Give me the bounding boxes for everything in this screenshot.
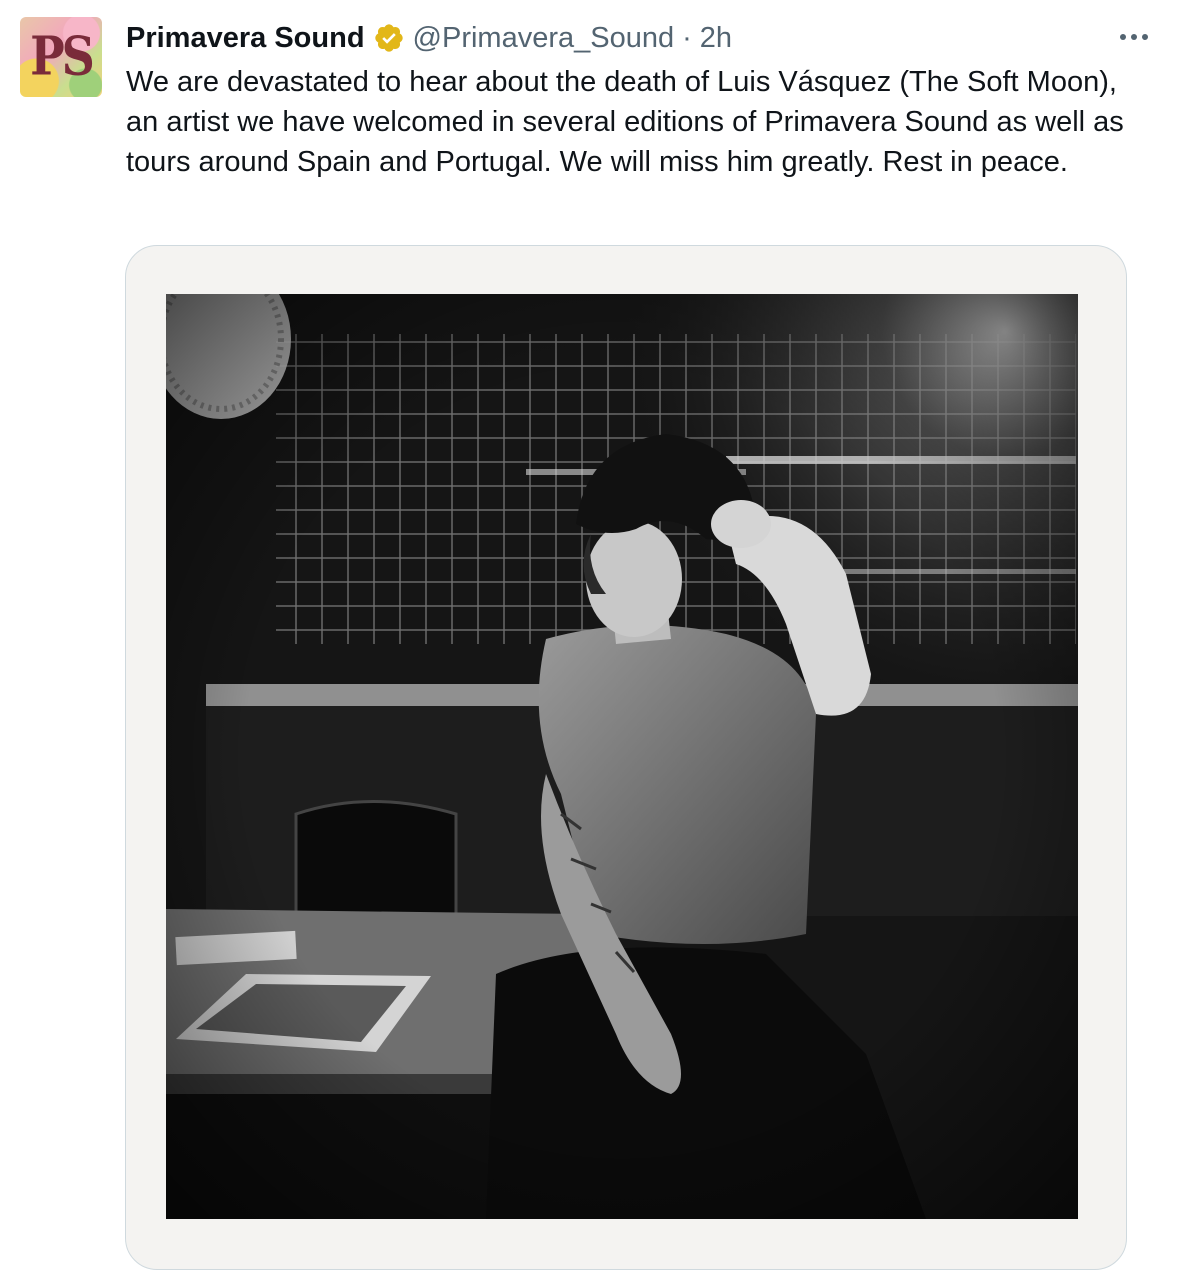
tweet-header: Primavera Sound @Primavera_Sound · 2h bbox=[126, 18, 732, 58]
avatar[interactable]: PS bbox=[20, 17, 102, 97]
tweet-media[interactable] bbox=[125, 245, 1127, 1270]
timestamp[interactable]: 2h bbox=[700, 22, 732, 55]
verified-badge-icon[interactable] bbox=[373, 22, 405, 54]
polaroid-photo[interactable] bbox=[166, 294, 1078, 1219]
avatar-logo-text: PS bbox=[30, 24, 95, 88]
handle[interactable]: @Primavera_Sound bbox=[413, 22, 675, 55]
tweet-text: We are devastated to hear about the deat… bbox=[126, 66, 1132, 178]
photo-illustration bbox=[166, 294, 1078, 1219]
separator: · bbox=[682, 21, 692, 54]
display-name[interactable]: Primavera Sound bbox=[126, 22, 365, 55]
tweet: PS Primavera Sound @Primavera_Sound · 2h… bbox=[0, 0, 1178, 1288]
more-options-icon[interactable] bbox=[1114, 22, 1154, 52]
